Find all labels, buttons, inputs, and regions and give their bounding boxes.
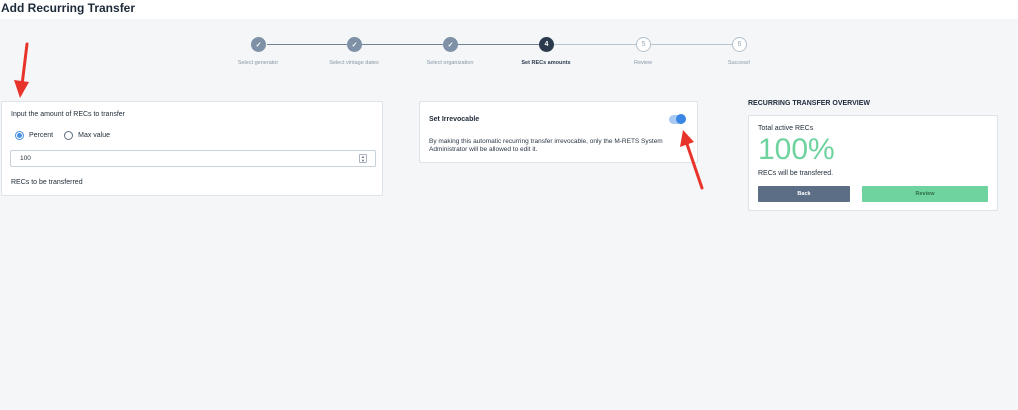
max-value-radio[interactable] bbox=[64, 131, 74, 140]
amount-type-radio-group: Percent Max value bbox=[15, 131, 121, 140]
recs-amount-input[interactable] bbox=[10, 150, 376, 167]
stepper-connector bbox=[458, 44, 539, 45]
step-label-select-generator: Select generator bbox=[237, 60, 279, 66]
number-stepper-icon[interactable]: ▲ ▼ bbox=[359, 154, 367, 163]
check-icon: ✓ bbox=[347, 37, 362, 52]
step-number-5: 5 bbox=[636, 37, 651, 52]
step-number-6: 6 bbox=[732, 37, 747, 52]
total-active-recs-value: 100% bbox=[758, 133, 835, 166]
top-bar: Add Recurring Transfer bbox=[0, 0, 1018, 19]
toggle-knob bbox=[676, 114, 686, 124]
step-label-review: Review bbox=[633, 60, 653, 66]
step-label-set-recs-amounts: Set RECs amounts bbox=[521, 60, 571, 66]
percent-radio[interactable] bbox=[15, 131, 24, 140]
recs-to-be-transferred-label: RECs to be transferred bbox=[11, 179, 83, 186]
progress-stepper: ✓ ✓ ✓ 4 5 6 Select generator Select vint… bbox=[0, 36, 1018, 72]
back-button[interactable]: Back bbox=[758, 186, 850, 202]
stepper-connector bbox=[267, 44, 347, 45]
overview-heading: RECURRING TRANSFER OVERVIEW bbox=[748, 100, 870, 107]
step-label-select-organization: Select organization bbox=[426, 60, 474, 66]
stepper-connector bbox=[651, 44, 732, 45]
percent-radio-label[interactable]: Percent bbox=[29, 132, 53, 139]
transfer-overview-card: Total active RECs 100% RECs will be tran… bbox=[748, 115, 998, 211]
amount-card-title: Input the amount of RECs to transfer bbox=[11, 111, 126, 118]
step-number-4: 4 bbox=[539, 37, 554, 52]
stepper-connector bbox=[554, 44, 636, 45]
step-label-success: Success! bbox=[727, 60, 751, 66]
stepper-connector bbox=[362, 44, 443, 45]
recs-transfer-note: RECs will be transfered. bbox=[758, 170, 834, 177]
irrevocable-description: By making this automatic recurring trans… bbox=[429, 138, 663, 153]
step-label-select-vintage-dates: Select vintage dates bbox=[329, 60, 379, 66]
irrevocable-title: Set Irrevocable bbox=[429, 116, 480, 123]
total-active-recs-label: Total active RECs bbox=[758, 125, 814, 132]
check-icon: ✓ bbox=[443, 37, 458, 52]
max-value-radio-label[interactable]: Max value bbox=[78, 132, 110, 139]
irrevocable-toggle[interactable] bbox=[669, 114, 686, 124]
page-title: Add Recurring Transfer bbox=[1, 1, 136, 15]
check-icon: ✓ bbox=[251, 37, 266, 52]
recs-amount-card: Input the amount of RECs to transfer Per… bbox=[1, 101, 383, 196]
set-irrevocable-card: Set Irrevocable By making this automatic… bbox=[419, 101, 698, 163]
review-button[interactable]: Review bbox=[862, 186, 988, 202]
